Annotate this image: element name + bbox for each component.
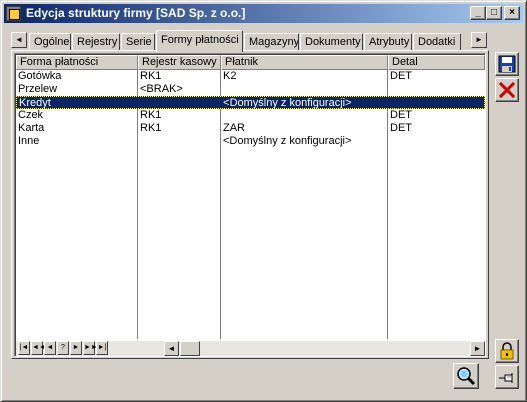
grid-header: Forma płatności Rejestr kasowy Płatnik D… — [16, 55, 485, 70]
search-icon — [457, 367, 476, 386]
cell-platnik — [221, 109, 388, 122]
payment-forms-grid[interactable]: Forma płatności Rejestr kasowy Płatnik D… — [14, 53, 486, 357]
cell-rejestr: RK1 — [140, 70, 162, 82]
nav-first-button[interactable]: |◄ — [18, 341, 30, 355]
table-row-selected[interactable]: Kredyt <Domyślny z konfiguracji> — [16, 96, 485, 109]
cell-platnik: ZAR — [223, 122, 245, 134]
cell-forma: Karta — [18, 122, 45, 134]
cell-rejestr: RK1 — [140, 109, 162, 121]
hscroll-left-button[interactable]: ◄ — [164, 341, 179, 356]
app-icon — [6, 6, 21, 21]
grid-footer: |◄ ◄◄ ◄ ? ► ►► ►| ◄ ► — [16, 341, 485, 356]
cell-platnik: K2 — [223, 70, 237, 82]
cancel-icon — [498, 81, 516, 99]
cell-rejestr: RK1 — [140, 122, 162, 134]
cell-forma: Gotówka — [18, 70, 62, 82]
table-row[interactable]: Inne <Domyślny z konfiguracji> — [16, 135, 485, 148]
lock-button[interactable] — [495, 339, 519, 363]
nav-next-page-button[interactable]: ►► — [83, 341, 98, 355]
cell-platnik — [221, 83, 388, 96]
tab-strip: ◄ Ogólne Rejestry Serie Formy płatności … — [11, 29, 489, 52]
cell-forma: Inne — [18, 135, 40, 147]
nav-prev-button[interactable]: ◄ — [44, 341, 56, 355]
column-header-detal[interactable]: Detal — [388, 55, 485, 70]
cell-platnik: <Domyślny z konfiguracji> — [223, 135, 352, 147]
tab-serie[interactable]: Serie — [121, 33, 155, 51]
cell-platnik: <Domyślny z konfiguracji> — [223, 97, 352, 108]
maximize-button[interactable]: □ — [486, 6, 502, 20]
column-header-rejestr-kasowy[interactable]: Rejestr kasowy — [138, 55, 221, 70]
tab-panel: Forma płatności Rejestr kasowy Płatnik D… — [11, 50, 489, 359]
cell-forma: Kredyt — [19, 97, 51, 108]
hscroll-thumb[interactable] — [180, 341, 200, 356]
cell-detal: DET — [390, 109, 412, 121]
pin-button[interactable] — [495, 365, 519, 389]
nav-prev-page-button[interactable]: ◄◄ — [31, 341, 46, 355]
tab-dodatki[interactable]: Dodatki — [413, 33, 461, 51]
cell-detal — [388, 135, 485, 148]
table-row[interactable]: Przelew <BRAK> — [16, 83, 485, 96]
tab-scroll-right-button[interactable]: ► — [471, 32, 487, 48]
cell-forma: Czek — [18, 109, 44, 121]
tab-dokumenty[interactable]: Dokumenty — [300, 33, 363, 51]
grid-body: Gotówka RK1 K2 DET Przelew <BRAK> Kredyt… — [16, 70, 485, 339]
column-header-forma-platnosci[interactable]: Forma płatności — [16, 55, 138, 70]
search-button[interactable] — [453, 363, 479, 389]
cell-rejestr — [138, 97, 221, 108]
cell-detal — [388, 83, 485, 96]
close-button[interactable]: × — [504, 6, 520, 20]
cell-detal: DET — [390, 70, 412, 82]
tab-rejestry[interactable]: Rejestry — [72, 33, 120, 51]
nav-last-button[interactable]: ►| — [96, 341, 108, 355]
tab-scroll-left-button[interactable]: ◄ — [11, 32, 27, 48]
cancel-button[interactable] — [495, 78, 519, 102]
title-bar[interactable]: Edycja struktury firmy [SAD Sp. z o.o.] … — [4, 4, 523, 23]
cell-rejestr: <BRAK> — [140, 83, 183, 95]
window-title: Edycja struktury firmy [SAD Sp. z o.o.] — [26, 6, 246, 20]
tab-magazyny[interactable]: Magazyny — [244, 33, 299, 51]
cell-detal: DET — [390, 122, 412, 134]
cell-rejestr — [138, 135, 221, 148]
save-button[interactable] — [495, 52, 519, 76]
tab-atrybuty[interactable]: Atrybuty — [364, 33, 412, 51]
cell-detal — [387, 97, 484, 108]
column-header-platnik[interactable]: Płatnik — [221, 55, 388, 70]
table-row[interactable]: Karta RK1 ZAR DET — [16, 122, 485, 135]
dialog-window: Edycja struktury firmy [SAD Sp. z o.o.] … — [0, 0, 527, 402]
tab-ogolne[interactable]: Ogólne — [29, 33, 71, 51]
hscroll-right-button[interactable]: ► — [470, 341, 485, 356]
lock-icon — [500, 342, 514, 360]
save-icon — [498, 55, 516, 73]
minimize-button[interactable]: _ — [470, 6, 486, 20]
nav-find-button[interactable]: ? — [57, 341, 69, 355]
nav-next-button[interactable]: ► — [70, 341, 82, 355]
tab-formy-platnosci[interactable]: Formy płatności — [156, 30, 243, 52]
table-row[interactable]: Czek RK1 DET — [16, 109, 485, 122]
pin-icon — [499, 373, 513, 383]
cell-forma: Przelew — [18, 83, 58, 95]
table-row[interactable]: Gotówka RK1 K2 DET — [16, 70, 485, 83]
